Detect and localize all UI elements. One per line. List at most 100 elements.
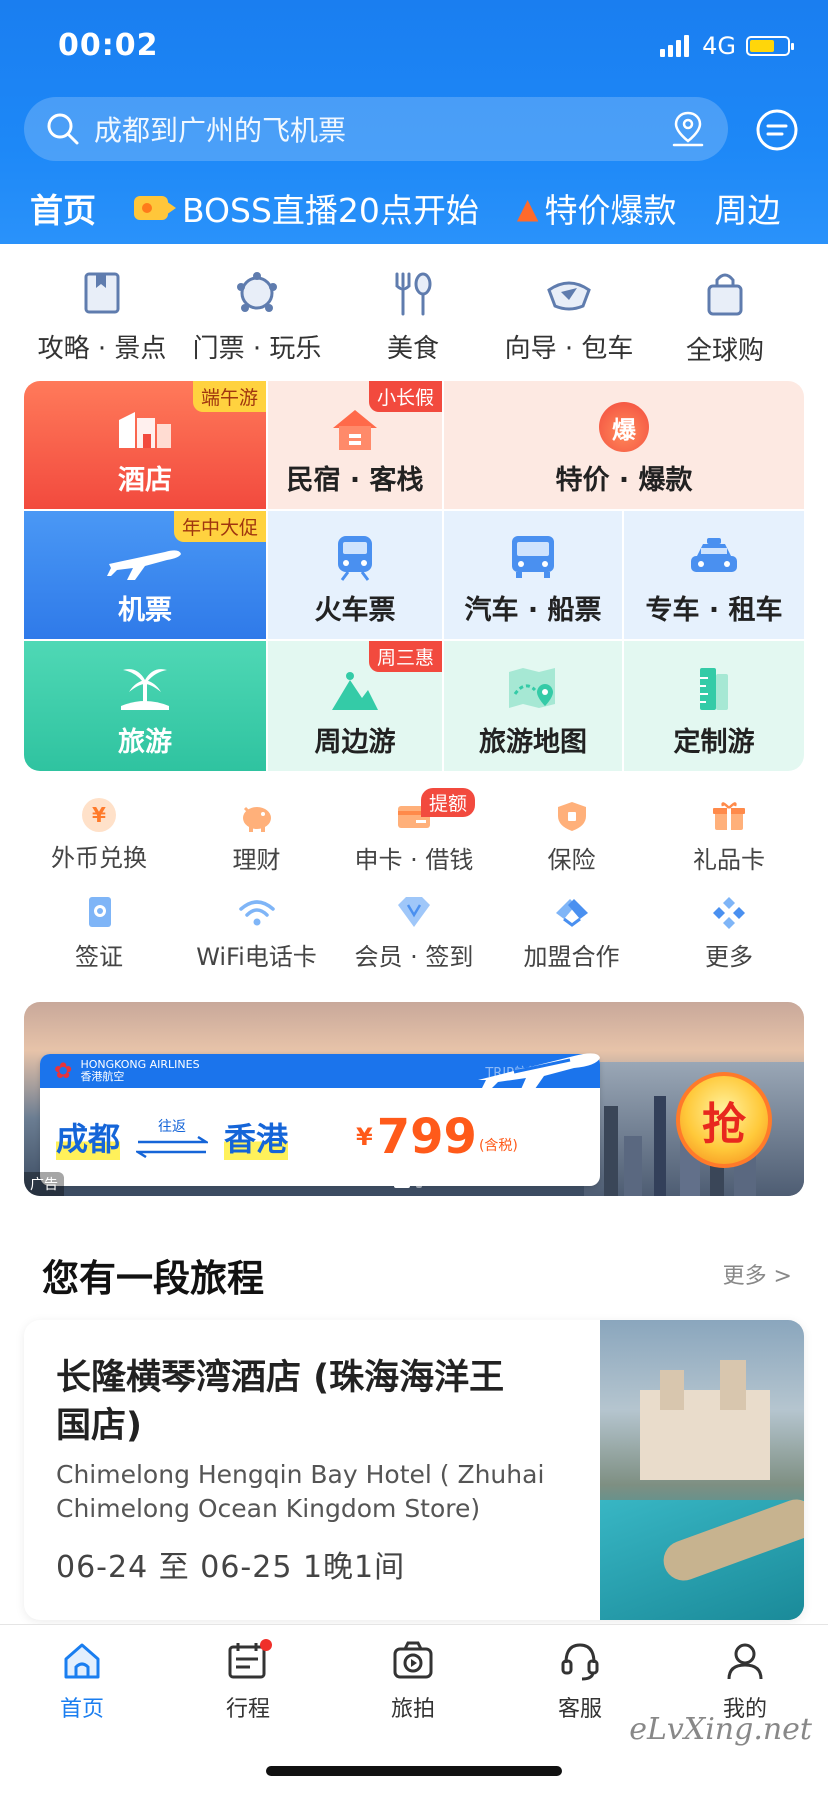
fin-insurance[interactable]: 保险 — [497, 798, 647, 888]
ticket-icon — [237, 272, 277, 312]
grid-homestay[interactable]: 小长假 民宿 · 客栈 — [268, 381, 442, 509]
grid-map[interactable]: 旅游地图 — [444, 641, 622, 771]
car-label: 专车 · 租车 — [645, 595, 783, 626]
airplane-graphic — [478, 1053, 600, 1096]
grid-flight[interactable]: 年中大促 机票 — [24, 511, 266, 639]
finance-row-1: ¥ 外币兑换 理财 提额 申卡 · 借钱 保险 礼品卡 — [24, 788, 804, 888]
top-icon-food[interactable]: 美食 — [338, 270, 488, 365]
more-grid-icon — [713, 897, 745, 929]
header: 00:02 4G 成都到广州的飞机票 首页 BOSS直播20点开始 ▲ 特价爆款… — [0, 0, 828, 244]
price-value: 799 — [376, 1109, 477, 1165]
message-icon[interactable] — [754, 108, 800, 154]
fin-card-loan[interactable]: 提额 申卡 · 借钱 — [339, 788, 489, 888]
search-input[interactable]: 成都到广州的飞机票 — [24, 97, 728, 161]
fin-visa[interactable]: 签证 — [24, 895, 174, 985]
fin-wealth-label: 理财 — [232, 846, 281, 874]
credit-badge: 提额 — [421, 788, 476, 817]
headset-icon — [561, 1643, 599, 1681]
nav-profile[interactable]: 我的 — [685, 1639, 805, 1723]
fin-partner-label: 加盟合作 — [523, 943, 620, 971]
tab-special-deals[interactable]: ▲ 特价爆款 — [517, 184, 677, 232]
homestay-label: 民宿 · 客栈 — [286, 465, 424, 496]
currency-icon-text: ¥ — [92, 803, 106, 827]
fin-currency-label: 外币兑换 — [51, 844, 147, 872]
fin-card-loan-label: 申卡 · 借钱 — [354, 846, 474, 874]
guide-car-icon — [547, 281, 591, 311]
promo-banner[interactable]: ✿ HONGKONG AIRLINES 香港航空 TRIP航旅 成都 往返 香港… — [24, 1002, 804, 1196]
fin-partner[interactable]: 加盟合作 — [497, 895, 647, 985]
diamond-icon — [398, 897, 430, 927]
fin-member[interactable]: 会员 · 签到 — [339, 895, 489, 985]
trip-more-link[interactable]: 更多 > — [723, 1258, 792, 1290]
fin-more-label: 更多 — [705, 943, 753, 971]
explosion-icon: 爆 — [599, 402, 649, 452]
top-icon-guide-label: 攻略 · 景点 — [37, 334, 167, 364]
route-to: 香港 — [224, 1114, 289, 1160]
fin-insurance-label: 保险 — [547, 846, 596, 874]
wifi-icon — [238, 900, 275, 926]
bus-label: 汽车 · 船票 — [464, 595, 602, 626]
nav-itinerary[interactable]: 行程 — [188, 1639, 308, 1723]
home-icon — [64, 1643, 100, 1679]
grab-label: 抢 — [702, 1099, 746, 1150]
fin-wealth[interactable]: 理财 — [182, 798, 332, 888]
airplane-icon — [107, 550, 181, 580]
grid-car[interactable]: 专车 · 租车 — [624, 511, 804, 639]
map-icon — [509, 668, 555, 708]
piggy-bank-icon — [242, 806, 271, 832]
nav-home[interactable]: 首页 — [22, 1639, 142, 1723]
round-trip-arrows-icon — [136, 1136, 209, 1158]
nav-customer-service-label: 客服 — [557, 1697, 602, 1722]
grid-train[interactable]: 火车票 — [268, 511, 442, 639]
grid-bus[interactable]: 汽车 · 船票 — [444, 511, 622, 639]
trip-card[interactable]: 长隆横琴湾酒店 (珠海海洋王国店) Chimelong Hengqin Bay … — [24, 1320, 804, 1620]
grab-button[interactable]: 抢 — [676, 1072, 772, 1168]
flight-label: 机票 — [118, 595, 172, 626]
grid-special[interactable]: 爆 特价 · 爆款 — [444, 381, 804, 509]
airline-logo-icon: ✿ — [54, 1058, 73, 1084]
fin-currency[interactable]: ¥ 外币兑换 — [24, 798, 174, 888]
grid-hotel[interactable]: 端午游 酒店 — [24, 381, 266, 509]
trip-section-title: 您有一段旅程 — [42, 1257, 264, 1300]
passport-icon — [89, 897, 111, 927]
fin-member-label: 会员 · 签到 — [354, 943, 474, 971]
user-icon — [727, 1643, 763, 1680]
price-currency: ¥ — [356, 1123, 373, 1151]
top-icon-guide-car[interactable]: 向导 · 包车 — [494, 270, 644, 365]
nav-customer-service[interactable]: 客服 — [520, 1639, 640, 1723]
top-icon-global-shop[interactable]: 全球购 — [650, 270, 800, 367]
fin-gift-card[interactable]: 礼品卡 — [654, 798, 804, 888]
finance-row-2: 签证 WiFi电话卡 会员 · 签到 加盟合作 更多 — [24, 895, 804, 985]
fin-wifi[interactable]: WiFi电话卡 — [182, 895, 332, 985]
mountain-icon — [332, 672, 378, 710]
fire-icon: ▲ — [516, 191, 539, 225]
gift-icon — [713, 802, 745, 830]
top-icon-guide[interactable]: 攻略 · 景点 — [27, 270, 177, 365]
trip-hotel-name-en: Chimelong Hengqin Bay Hotel ( Zhuhai Chi… — [56, 1460, 545, 1523]
nav-travel-photo[interactable]: 旅拍 — [353, 1639, 473, 1723]
round-trip-label: 往返 — [158, 1119, 187, 1135]
home-indicator[interactable] — [266, 1766, 562, 1776]
battery-icon — [746, 36, 794, 56]
grid-custom[interactable]: 定制游 — [624, 641, 804, 771]
price-tax-note: (含税) — [478, 1138, 518, 1154]
fin-more[interactable]: 更多 — [654, 895, 804, 985]
grid-nearby[interactable]: 周三惠 周边游 — [268, 641, 442, 771]
tab-home[interactable]: 首页 — [30, 184, 96, 232]
grid-travel[interactable]: 旅游 — [24, 641, 266, 771]
homestay-icon — [333, 410, 377, 450]
nearby-label: 周边游 — [314, 727, 396, 758]
site-watermark: eLvXing.net — [629, 1712, 812, 1747]
network-label: 4G — [702, 32, 736, 60]
top-icon-tickets[interactable]: 门票 · 玩乐 — [182, 270, 332, 365]
fin-gift-card-label: 礼品卡 — [693, 846, 765, 874]
service-grid: 端午游 酒店 小长假 民宿 · 客栈 爆 特价 · 爆款 年中大促 机票 火车票… — [24, 381, 804, 771]
taxi-icon — [691, 538, 737, 572]
carousel-dots — [394, 1184, 422, 1188]
header-tabs: 首页 BOSS直播20点开始 ▲ 特价爆款 周边 — [0, 180, 828, 236]
tab-boss-live[interactable]: BOSS直播20点开始 — [134, 184, 479, 232]
fin-wifi-label: WiFi电话卡 — [196, 943, 317, 971]
signal-icon — [660, 35, 692, 57]
tab-nearby[interactable]: 周边 — [714, 184, 780, 232]
location-icon[interactable] — [670, 109, 706, 149]
